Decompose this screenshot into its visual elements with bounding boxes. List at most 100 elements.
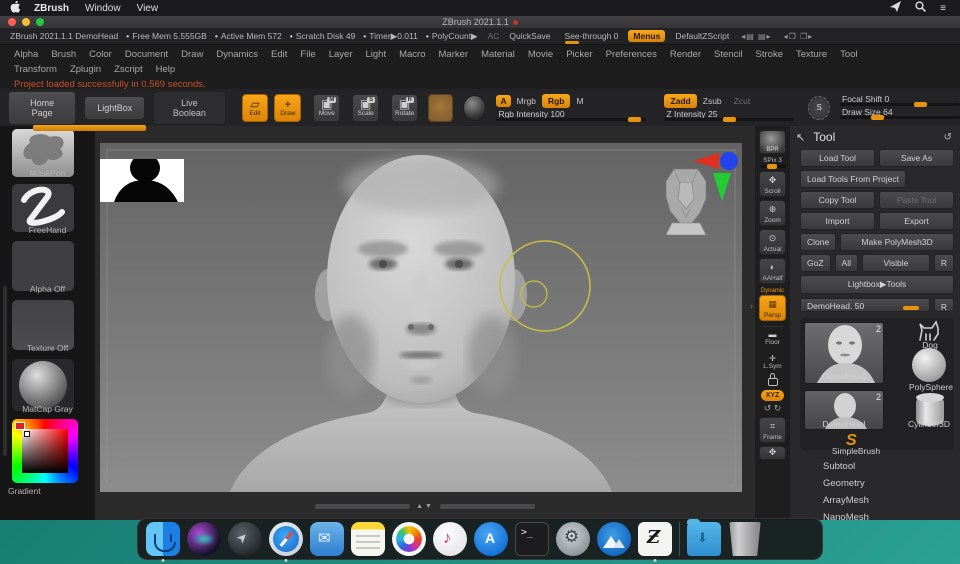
menu-zplugin[interactable]: Zplugin <box>70 64 101 75</box>
notes-icon[interactable] <box>351 522 385 556</box>
see-through-slider[interactable]: See-through 0 <box>565 31 619 41</box>
clone-button[interactable]: Clone <box>800 233 836 251</box>
menu-brush[interactable]: Brush <box>51 49 76 60</box>
menus-toggle-button[interactable]: Menus <box>628 30 665 42</box>
search-icon[interactable] <box>915 1 926 15</box>
alpha-preview-thumbnail[interactable] <box>100 159 184 202</box>
menu-tool[interactable]: Tool <box>840 49 857 60</box>
zsub-button[interactable]: Zsub <box>703 96 722 106</box>
z-intensity-slider[interactable]: Z Intensity 25 <box>664 111 794 121</box>
window-titlebar[interactable]: ZBrush 2021.1.1 <box>0 16 960 28</box>
app-store-icon[interactable] <box>474 522 508 556</box>
mail-icon[interactable] <box>310 522 344 556</box>
import-button[interactable]: Import <box>800 212 875 230</box>
menu-file[interactable]: File <box>300 49 315 60</box>
menu-draw[interactable]: Draw <box>181 49 203 60</box>
menu-picker[interactable]: Picker <box>566 49 592 60</box>
menu-preferences[interactable]: Preferences <box>606 49 657 60</box>
apple-icon[interactable] <box>10 1 20 16</box>
tray-toggle-icons-right[interactable]: ◂❐ ❐▸ <box>784 32 814 41</box>
launchpad-icon[interactable] <box>228 522 262 556</box>
restore-icon[interactable]: ↺ <box>944 132 952 143</box>
polycount[interactable]: PolyCount▶ <box>432 31 478 42</box>
perspective-button[interactable]: ▦Persp <box>759 295 786 321</box>
menu-alpha[interactable]: Alpha <box>14 49 38 60</box>
scroll-button[interactable]: ✥Scroll <box>759 171 786 197</box>
bottom-tray-divider[interactable]: ▲▼ <box>95 503 755 510</box>
mountain-app-icon[interactable] <box>597 522 631 556</box>
menu-light[interactable]: Light <box>365 49 386 60</box>
frame-button[interactable]: ⌗Frame <box>759 417 786 443</box>
zbrush-dock-icon[interactable] <box>638 522 672 556</box>
edit-mode-button[interactable]: ▱ Edit <box>242 94 269 122</box>
menu-stroke[interactable]: Stroke <box>756 49 783 60</box>
orientation-gizmo[interactable] <box>693 150 741 207</box>
floor-button[interactable]: ▬Floor <box>765 330 780 346</box>
paste-tool-button[interactable]: Paste Tool <box>879 191 954 209</box>
music-icon[interactable] <box>433 522 467 556</box>
terminal-icon[interactable] <box>515 522 549 556</box>
menu-dynamics[interactable]: Dynamics <box>216 49 258 60</box>
home-page-button[interactable]: Home Page <box>8 91 76 125</box>
menu-edit[interactable]: Edit <box>271 49 287 60</box>
tray-toggle-icons-left[interactable]: ◂▤ ▤▸ <box>741 32 771 41</box>
save-as-button[interactable]: Save As <box>879 149 954 167</box>
menu-stencil[interactable]: Stencil <box>714 49 743 60</box>
goz-r-button[interactable]: R <box>934 254 954 272</box>
menu-color[interactable]: Color <box>89 49 112 60</box>
rotate-mode-button[interactable]: R ▣ Rotate <box>391 94 418 122</box>
menu-texture[interactable]: Texture <box>796 49 827 60</box>
tool-thumb-polysphere[interactable] <box>912 348 946 382</box>
rgb-intensity-slider[interactable]: Rgb Intensity 100 <box>496 111 646 121</box>
section-arraymesh[interactable]: ArrayMesh <box>790 492 960 509</box>
photos-icon[interactable] <box>392 522 426 556</box>
m-button[interactable]: M <box>576 96 583 106</box>
current-material-button[interactable] <box>463 95 486 121</box>
goz-all-button[interactable]: All <box>835 254 858 272</box>
menu-layer[interactable]: Layer <box>329 49 353 60</box>
zoom-button[interactable]: ⊕Zoom <box>759 200 786 226</box>
tool-r-button[interactable]: R <box>934 298 954 312</box>
left-tray-scrollbar[interactable] <box>3 286 7 456</box>
xyz-rotation-button[interactable]: XYZ <box>761 390 785 401</box>
menu-help[interactable]: Help <box>156 64 176 75</box>
zadd-button[interactable]: Zadd <box>664 94 696 108</box>
make-polymesh3d-button[interactable]: Make PolyMesh3D <box>840 233 954 251</box>
rotate-arrows-icons[interactable]: ↺ ↻ <box>764 404 782 413</box>
menu-movie[interactable]: Movie <box>528 49 553 60</box>
lightbox-tools-button[interactable]: Lightbox▶Tools <box>800 275 954 294</box>
timer[interactable]: Timer▶0.011 <box>369 31 418 42</box>
tray-resize-handle[interactable] <box>33 125 146 131</box>
menu-render[interactable]: Render <box>670 49 701 60</box>
draw-mode-button[interactable]: + Draw <box>274 94 301 122</box>
menu-document[interactable]: Document <box>125 49 168 60</box>
menu-marker[interactable]: Marker <box>439 49 469 60</box>
live-boolean-button[interactable]: Live Boolean <box>153 91 225 125</box>
default-zscript-button[interactable]: DefaultZScript <box>675 31 729 41</box>
lightbox-button[interactable]: LightBox <box>84 96 145 120</box>
spix-slider[interactable]: SPix 3 <box>760 157 786 168</box>
mrgb-button[interactable]: Mrgb <box>517 96 536 106</box>
zcut-button[interactable]: Zcut <box>728 94 757 108</box>
trash-icon[interactable] <box>728 522 762 556</box>
notification-list-icon[interactable]: ≡ <box>940 3 946 14</box>
section-subtool[interactable]: Subtool <box>790 458 960 475</box>
scale-mode-button[interactable]: S ▣ Scale <box>352 94 379 122</box>
downloads-folder-icon[interactable] <box>687 522 721 556</box>
canvas-area[interactable]: › ▲▼ <box>95 126 755 520</box>
safari-icon[interactable] <box>269 522 303 556</box>
export-button[interactable]: Export <box>879 212 954 230</box>
local-symmetry-button[interactable]: ✛L.Sym <box>763 354 781 370</box>
menu-transform[interactable]: Transform <box>14 64 57 75</box>
menu-macro[interactable]: Macro <box>399 49 425 60</box>
menubar-item-window[interactable]: Window <box>85 3 121 14</box>
dynamic-persp-label[interactable]: Dynamic <box>761 288 784 294</box>
menu-zscript[interactable]: Zscript <box>114 64 143 75</box>
menubar-item-view[interactable]: View <box>137 3 159 14</box>
draw-size-slider[interactable]: Draw Size 64 <box>840 109 960 119</box>
rgb-button[interactable]: Rgb <box>542 94 571 108</box>
divider-arrows-icon[interactable]: ▲▼ <box>416 503 434 510</box>
section-geometry[interactable]: Geometry <box>790 475 960 492</box>
finder-icon[interactable] <box>146 522 180 556</box>
move-mode-button[interactable]: M ▣ Move <box>313 94 340 122</box>
